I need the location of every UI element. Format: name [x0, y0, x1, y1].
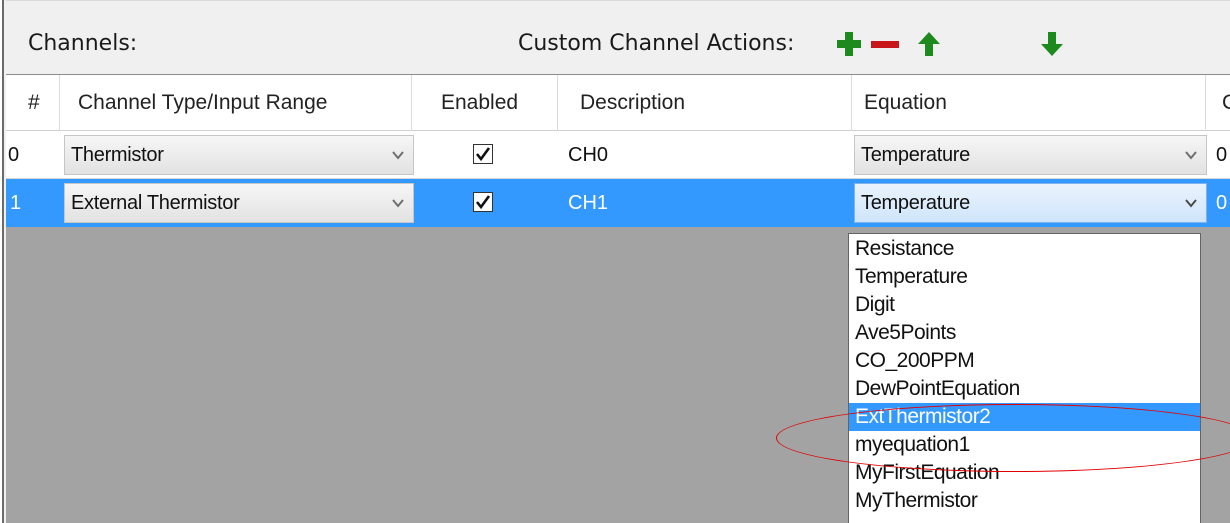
custom-channel-actions-label: Custom Channel Actions:: [518, 31, 795, 56]
column-header-description[interactable]: Description: [558, 75, 852, 131]
row-index: 0: [8, 144, 20, 166]
chevron-down-icon: [389, 137, 407, 173]
column-header-enabled[interactable]: Enabled: [412, 75, 558, 131]
column-header-truncated[interactable]: C: [1206, 75, 1230, 131]
equation-value: Temperature: [861, 144, 970, 166]
chevron-down-icon: [1182, 137, 1200, 173]
channels-toolbar: Channels: Custom Channel Actions:: [6, 0, 1230, 74]
dropdown-option[interactable]: Ave5Points: [849, 319, 1200, 347]
equation-select-open[interactable]: Temperature: [854, 183, 1207, 223]
move-up-button[interactable]: [912, 27, 946, 61]
dropdown-option[interactable]: myequation1: [849, 431, 1200, 459]
minus-icon: [871, 41, 899, 48]
dropdown-option[interactable]: Temperature: [849, 263, 1200, 291]
checkmark-icon: [475, 147, 491, 162]
arrow-down-icon: [1041, 32, 1063, 56]
dropdown-option[interactable]: MyFirstEquation: [849, 459, 1200, 487]
channel-type-select[interactable]: External Thermistor: [64, 183, 414, 223]
move-down-button[interactable]: [1035, 27, 1069, 61]
dropdown-option[interactable]: Resistance: [849, 235, 1200, 263]
enabled-checkbox[interactable]: [473, 144, 493, 164]
equation-value: Temperature: [861, 192, 970, 214]
channel-type-select[interactable]: Thermistor: [64, 135, 414, 175]
description-field[interactable]: CH1: [558, 179, 852, 227]
column-header-index[interactable]: #: [6, 75, 60, 131]
chevron-down-icon: [1182, 185, 1200, 221]
channel-type-value: External Thermistor: [71, 192, 240, 214]
arrow-up-icon: [918, 32, 940, 56]
equation-select[interactable]: Temperature: [854, 135, 1207, 175]
plus-icon: [837, 32, 861, 56]
table-row-selected[interactable]: 1 External Thermistor CH1 Temperature 0: [6, 179, 1230, 227]
channel-type-value: Thermistor: [71, 144, 164, 166]
dropdown-option[interactable]: CO_200PPM: [849, 347, 1200, 375]
dropdown-option-highlighted[interactable]: ExtThermistor2: [849, 403, 1200, 431]
description-field[interactable]: CH0: [558, 131, 852, 179]
dropdown-option[interactable]: Digit: [849, 291, 1200, 319]
remove-channel-button[interactable]: [868, 27, 902, 61]
enabled-checkbox[interactable]: [473, 192, 493, 212]
channels-label: Channels:: [28, 31, 138, 56]
grid-header: # Channel Type/Input Range Enabled Descr…: [6, 75, 1230, 131]
column-header-channel-type[interactable]: Channel Type/Input Range: [60, 75, 412, 131]
column-header-equation[interactable]: Equation: [852, 75, 1206, 131]
row-index: 1: [10, 192, 22, 214]
add-channel-button[interactable]: [832, 27, 866, 61]
table-row[interactable]: 0 Thermistor CH0 Temperature 0: [6, 131, 1230, 179]
checkmark-icon: [475, 195, 491, 210]
extra-column-value: 0: [1216, 192, 1228, 214]
chevron-down-icon: [389, 185, 407, 221]
channels-panel: Channels: Custom Channel Actions: # Chan…: [0, 0, 1230, 523]
equation-dropdown-list[interactable]: Resistance Temperature Digit Ave5Points …: [848, 233, 1201, 523]
extra-column-value: 0: [1216, 144, 1228, 166]
dropdown-option[interactable]: DewPointEquation: [849, 375, 1200, 403]
dropdown-option-partial[interactable]: MyThermistor: [849, 487, 1200, 515]
window-edge: [0, 0, 4, 523]
